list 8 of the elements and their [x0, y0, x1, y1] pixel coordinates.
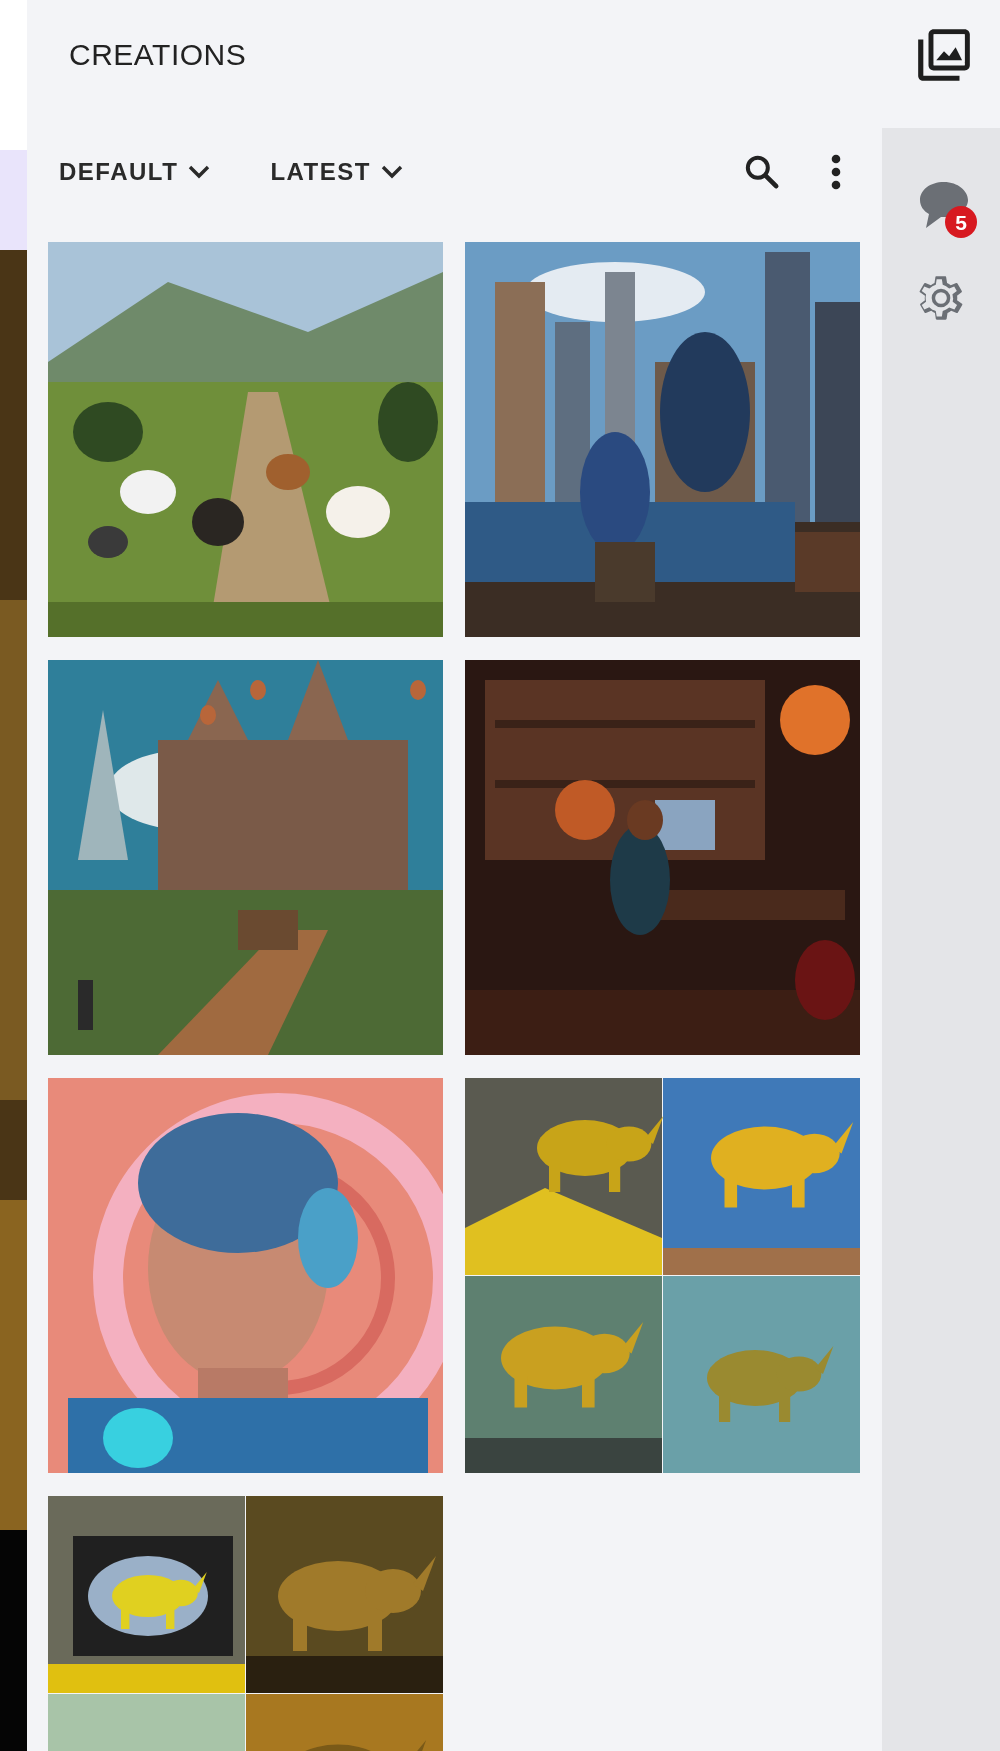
more-options-icon[interactable] — [830, 152, 842, 192]
panel-title: CREATIONS — [69, 37, 247, 73]
notification-badge: 5 — [945, 206, 977, 238]
sort-dropdown[interactable]: DEFAULT — [59, 150, 211, 194]
caret-icon — [380, 165, 403, 179]
caret-icon — [188, 165, 211, 179]
sort-dropdown[interactable]: LATEST — [270, 150, 403, 194]
chat-icon[interactable] — [917, 180, 971, 230]
